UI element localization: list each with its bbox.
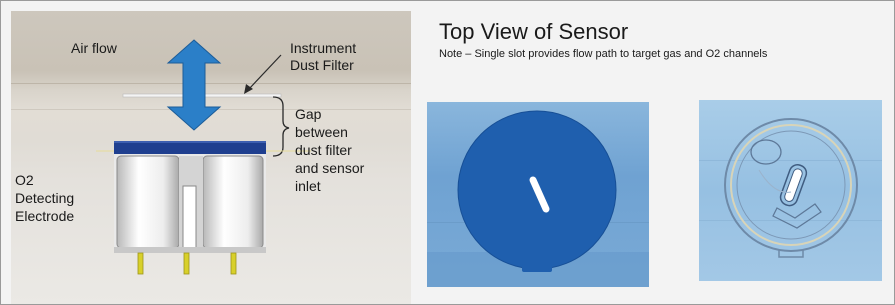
electrode-label-line: Electrode [15,208,75,224]
electrode-label-line: Detecting [15,190,75,206]
side-view-panel: Air flow Instrument Dust Filter Gap betw… [11,11,411,304]
filter-pointer [247,54,282,91]
gap-label-line: Gap [295,106,322,122]
sensor-internal-photo [699,100,882,281]
gap-label-line: between [295,124,348,140]
gap-label-line: inlet [295,178,321,194]
gap-label-line: dust filter [295,142,352,158]
channel-path [772,203,822,229]
sensor-internal-drawing [699,118,882,258]
gap-bracket [272,96,290,157]
sensor-pin [183,252,190,275]
figure-frame: Air flow Instrument Dust Filter Gap betw… [0,0,895,305]
filter-label-line1: Instrument [290,40,357,56]
sensor-top-drawing [427,110,649,287]
sensor-pin [230,252,237,275]
internal-slot [784,168,803,202]
sensor-pin [137,252,144,275]
sensor-base [114,247,266,253]
airflow-arrow [166,39,222,131]
o2-electrode [182,185,197,252]
filter-label-line2: Dust Filter [290,57,354,73]
sensor-right-chamber [202,155,264,249]
air-flow-label: Air flow [71,40,117,56]
sensor-disc-tab [522,264,552,272]
gap-label-line: and sensor [295,160,365,176]
sensor-top-photo [427,102,649,287]
sensor-cap-highlight [114,141,266,143]
electrode-label-line: O2 [15,172,34,188]
sensor-left-chamber [116,155,180,249]
top-view-title: Top View of Sensor [439,19,629,44]
top-view-note: Note – Single slot provides flow path to… [439,48,768,60]
